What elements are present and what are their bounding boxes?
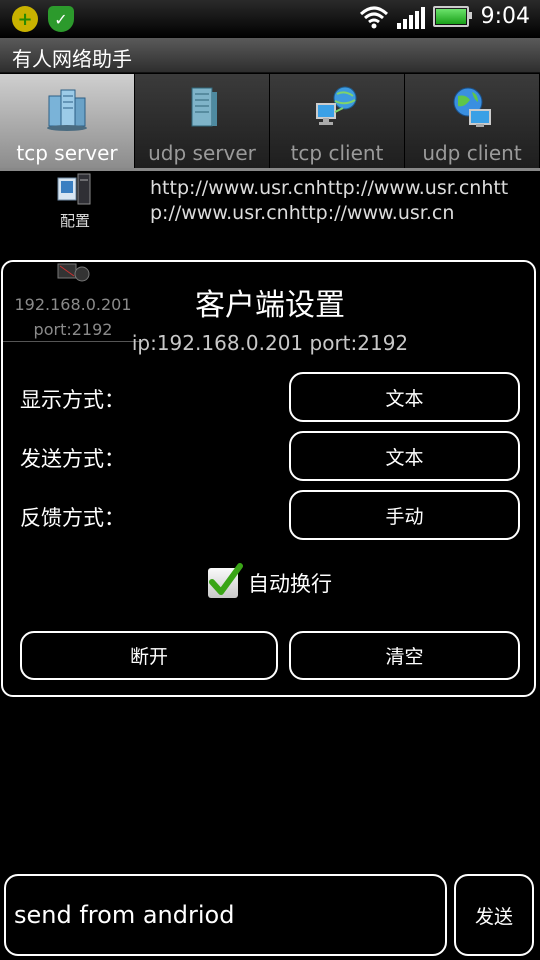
- display-mode-label: 显示方式：: [20, 388, 125, 412]
- feedback-mode-label: 反馈方式：: [20, 506, 125, 530]
- received-text: http://www.usr.cnhttp://www.usr.cnhttp:/…: [150, 177, 509, 224]
- clear-button[interactable]: 清空: [289, 631, 520, 680]
- disconnect-button[interactable]: 断开: [20, 631, 278, 680]
- display-mode-select[interactable]: 文本: [289, 372, 520, 422]
- auto-wrap-option[interactable]: 自动换行: [208, 563, 332, 598]
- send-input[interactable]: [4, 874, 447, 956]
- send-mode-select[interactable]: 文本: [289, 431, 520, 481]
- battery-icon: [432, 6, 472, 27]
- wifi-icon: [359, 6, 388, 28]
- tab-label: tcp server: [16, 141, 118, 165]
- auto-wrap-label: 自动换行: [248, 572, 332, 596]
- network-client-icon: [316, 86, 357, 125]
- app-title: 有人网络助手: [12, 47, 132, 71]
- server-icon: [47, 89, 87, 131]
- status-bar: + ✓ 9:04: [0, 0, 540, 38]
- server-tower-icon: [191, 87, 217, 127]
- config-button[interactable]: 配置: [0, 172, 150, 234]
- feedback-mode-select[interactable]: 手动: [289, 490, 520, 540]
- auto-wrap-checkbox[interactable]: [208, 563, 243, 598]
- tab-udp-client[interactable]: udp client: [405, 74, 540, 168]
- config-label: 配置: [59, 212, 90, 230]
- signal-icon: [396, 5, 425, 29]
- app-title-bar: 有人网络助手: [0, 38, 540, 73]
- send-button[interactable]: 发送: [454, 874, 534, 956]
- shield-icon: ✓: [48, 6, 74, 32]
- check-icon: [209, 563, 243, 595]
- tab-label: tcp client: [290, 141, 384, 165]
- tab-label: udp server: [148, 141, 256, 165]
- globe-network-icon: [453, 87, 491, 127]
- tab-label: udp client: [422, 141, 522, 165]
- tab-udp-server[interactable]: udp server: [135, 74, 270, 168]
- tab-tcp-server[interactable]: tcp server: [0, 74, 135, 168]
- plus-notification-icon: +: [12, 6, 38, 32]
- computer-config-icon: [57, 173, 91, 205]
- dialog-title: 客户端设置: [195, 288, 345, 323]
- send-mode-label: 发送方式：: [20, 447, 125, 471]
- tab-bar: tcp server udp server tcp client udp cli…: [0, 74, 540, 171]
- tab-tcp-client[interactable]: tcp client: [270, 74, 405, 168]
- status-time: 9:04: [480, 4, 530, 29]
- dialog-subtitle: ip:192.168.0.201 port:2192: [131, 331, 409, 355]
